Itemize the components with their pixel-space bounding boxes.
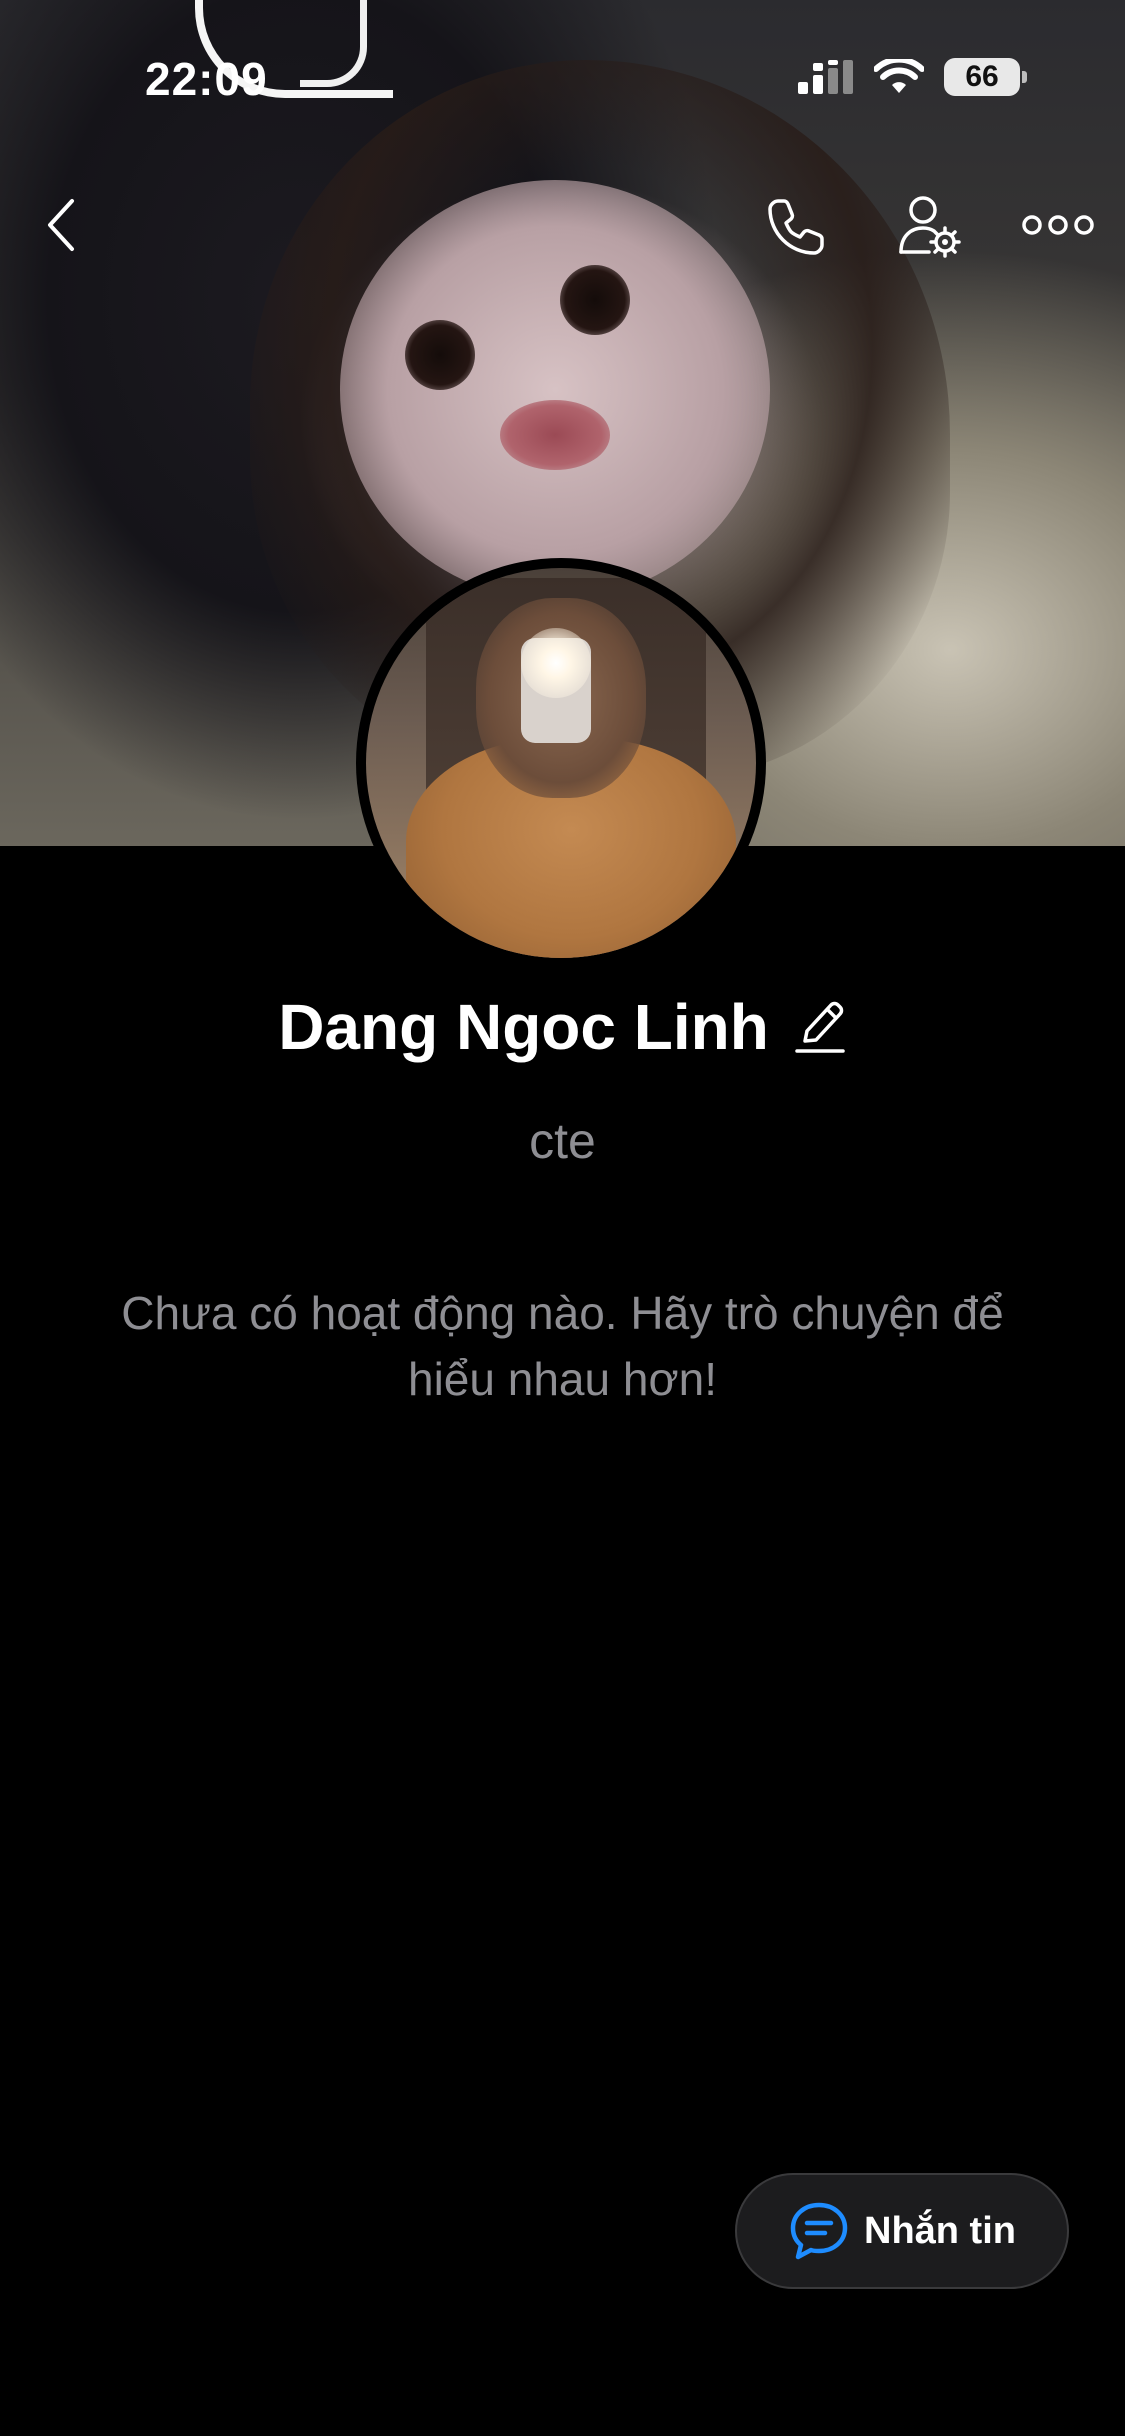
profile-status: cte — [529, 1113, 596, 1169]
phone-icon[interactable] — [764, 195, 828, 259]
wifi-icon — [874, 59, 924, 93]
user-settings-icon[interactable] — [895, 192, 963, 260]
edit-pencil-icon[interactable] — [793, 997, 847, 1057]
avatar-photo — [366, 568, 756, 958]
cover-photo-eye-left — [405, 320, 475, 390]
status-time: 22:09 — [145, 53, 268, 105]
battery-indicator: 66 — [944, 58, 1027, 96]
avatar-photo-flash — [521, 628, 591, 698]
profile-name-row: Dang Ngoc Linh — [0, 990, 1125, 1064]
profile-name: Dang Ngoc Linh — [278, 991, 769, 1063]
status-bar: 22:09 66 — [0, 0, 1125, 150]
cellular-signal-icon — [798, 60, 853, 94]
cover-photo-mouth — [500, 400, 610, 470]
message-button[interactable]: Nhắn tin — [735, 2173, 1069, 2289]
avatar[interactable] — [356, 558, 766, 968]
cover-photo-face — [340, 180, 770, 600]
cover-photo-eye-right — [560, 265, 630, 335]
chat-bubble-icon — [790, 2202, 848, 2260]
chevron-left-icon[interactable] — [40, 195, 84, 255]
empty-activity-message: Chưa có hoạt động nào. Hãy trò chuyện để… — [121, 1287, 1004, 1405]
message-button-label: Nhắn tin — [864, 2209, 1016, 2252]
more-horizontal-icon[interactable] — [1022, 205, 1094, 245]
status-icons: 66 — [798, 58, 1027, 96]
